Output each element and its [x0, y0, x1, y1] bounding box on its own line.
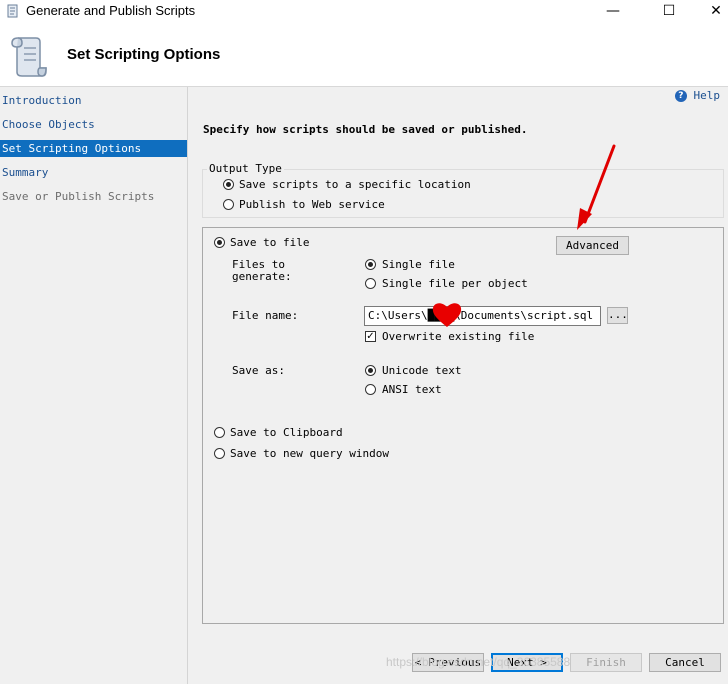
radio-ansi-text[interactable]	[365, 384, 376, 395]
radio-save-to-location[interactable]	[223, 179, 234, 190]
option-ansi-text[interactable]: ANSI text	[382, 383, 442, 396]
help-label: Help	[693, 89, 721, 102]
radio-unicode-text[interactable]	[365, 365, 376, 376]
save-location-group: Save to file Advanced Files to generate:…	[202, 227, 724, 624]
sidebar-item-introduction[interactable]: Introduction	[0, 92, 187, 109]
advanced-button[interactable]: Advanced	[556, 236, 629, 255]
sidebar-item-set-scripting-options[interactable]: Set Scripting Options	[0, 140, 187, 157]
sidebar-item-summary[interactable]: Summary	[0, 164, 187, 181]
radio-file-per-object[interactable]	[365, 278, 376, 289]
red-heart-redaction	[432, 303, 462, 327]
maximize-button[interactable]: ☐	[646, 0, 692, 24]
save-as-label: Save as:	[232, 364, 285, 377]
option-save-to-query-window[interactable]: Save to new query window	[230, 447, 389, 460]
overwrite-label[interactable]: Overwrite existing file	[382, 330, 534, 343]
radio-save-to-query-window[interactable]	[214, 448, 225, 459]
option-publish-web[interactable]: Publish to Web service	[239, 198, 385, 211]
scroll-icon	[11, 37, 47, 77]
finish-button: Finish	[570, 653, 642, 672]
files-to-generate-label: Files to generate:	[232, 258, 292, 283]
radio-save-to-file[interactable]	[214, 237, 225, 248]
page-header: Set Scripting Options	[0, 24, 728, 87]
sidebar-item-choose-objects[interactable]: Choose Objects	[0, 116, 187, 133]
option-save-to-file[interactable]: Save to file	[230, 236, 309, 249]
main-panel: ? Help Specify how scripts should be sav…	[188, 87, 728, 684]
radio-publish-web[interactable]	[223, 199, 234, 210]
cancel-button[interactable]: Cancel	[649, 653, 721, 672]
radio-save-to-clipboard[interactable]	[214, 427, 225, 438]
window-title: Generate and Publish Scripts	[26, 3, 196, 18]
radio-single-file[interactable]	[365, 259, 376, 270]
browse-button[interactable]: ...	[607, 307, 628, 324]
wizard-sidebar: Introduction Choose Objects Set Scriptin…	[0, 87, 188, 684]
title-bar: Generate and Publish Scripts — ☐ ✕	[0, 0, 728, 24]
minimize-button[interactable]: —	[590, 0, 636, 24]
overwrite-checkbox[interactable]: ✓	[365, 331, 376, 342]
instruction-text: Specify how scripts should be saved or p…	[203, 123, 528, 136]
help-icon: ?	[674, 90, 687, 102]
option-save-to-clipboard[interactable]: Save to Clipboard	[230, 426, 343, 439]
file-name-input[interactable]: C:\Users\████\Documents\script.sql	[364, 306, 601, 326]
output-type-group: Output Type Save scripts to a specific l…	[202, 162, 724, 218]
sidebar-item-save-or-publish: Save or Publish Scripts	[2, 190, 155, 203]
option-single-file[interactable]: Single file	[382, 258, 455, 271]
watermark-text: https://blog.csdn.net/qq_36385588	[386, 655, 571, 669]
help-link[interactable]: ? Help	[674, 89, 721, 102]
file-name-label: File name:	[232, 309, 299, 322]
option-file-per-object[interactable]: Single file per object	[382, 277, 528, 290]
page-title: Set Scripting Options	[67, 46, 221, 63]
close-button[interactable]: ✕	[693, 0, 728, 24]
scroll-app-icon	[7, 4, 18, 18]
option-save-to-location[interactable]: Save scripts to a specific location	[239, 178, 471, 191]
option-unicode-text[interactable]: Unicode text	[382, 364, 461, 377]
output-type-label: Output Type	[207, 162, 284, 175]
